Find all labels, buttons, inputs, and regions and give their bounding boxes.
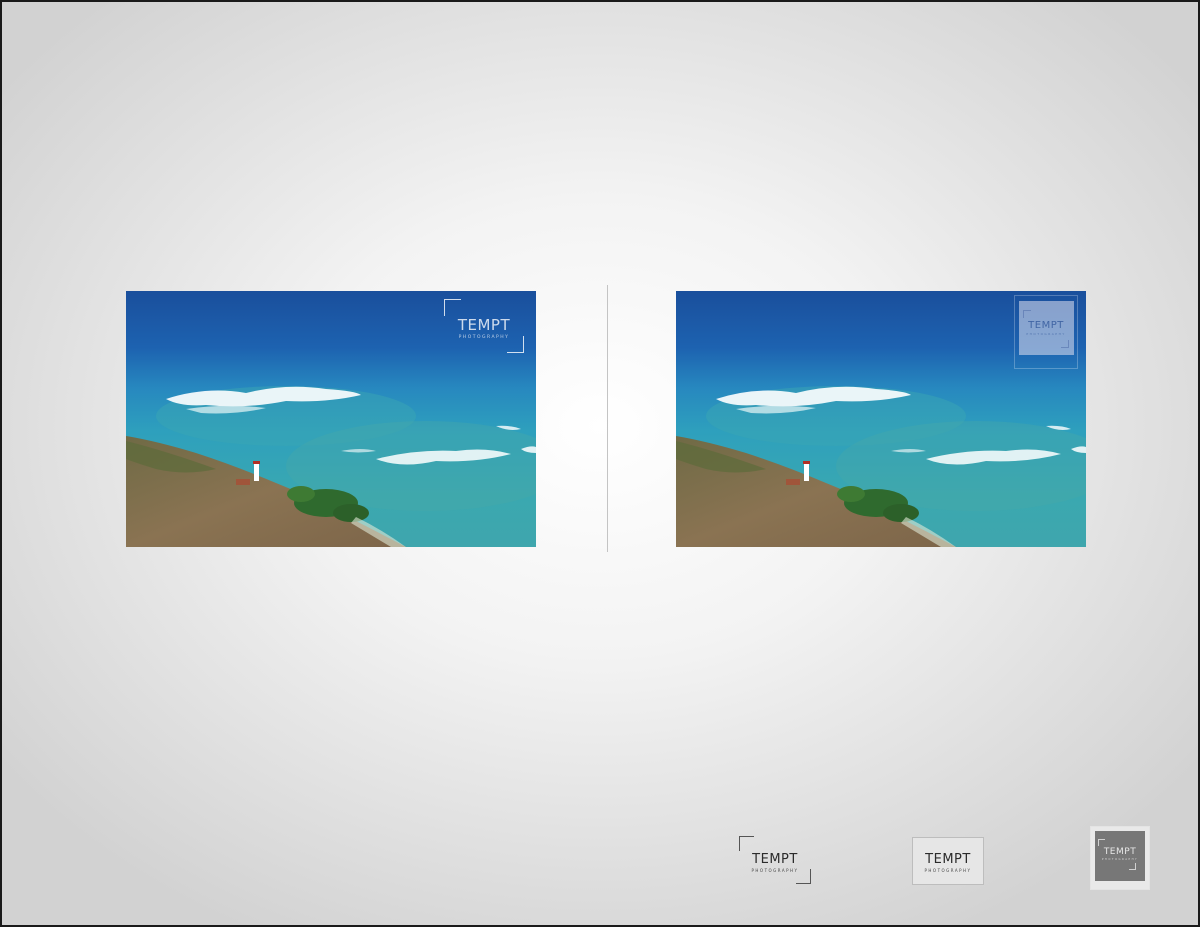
corner-bracket-icon xyxy=(444,299,461,316)
logo-title: TEMPT xyxy=(752,852,798,867)
logo-variant-dark: TEMPT PHOTOGRAPHY xyxy=(1090,826,1150,890)
watermark-left: TEMPT PHOTOGRAPHY xyxy=(444,299,524,353)
watermark-title: TEMPT xyxy=(457,316,511,334)
photo-left: TEMPT PHOTOGRAPHY xyxy=(126,291,536,547)
corner-bracket-icon xyxy=(1061,340,1069,348)
corner-bracket-icon xyxy=(739,836,754,851)
logo-variant-brackets: TEMPT PHOTOGRAPHY xyxy=(739,836,811,884)
logo-title: TEMPT xyxy=(925,852,971,867)
logo-subtitle: PHOTOGRAPHY xyxy=(1101,858,1139,861)
watermark-subtitle: PHOTOGRAPHY xyxy=(1026,332,1066,336)
watermark-right: TEMPT PHOTOGRAPHY xyxy=(1014,295,1078,369)
corner-bracket-icon xyxy=(1023,310,1031,318)
logo-title: TEMPT xyxy=(1103,847,1137,857)
corner-bracket-icon xyxy=(1129,863,1136,870)
logo-subtitle: PHOTOGRAPHY xyxy=(751,868,799,873)
logo-subtitle: PHOTOGRAPHY xyxy=(924,868,972,873)
watermark-subtitle: PHOTOGRAPHY xyxy=(458,335,510,340)
corner-bracket-icon xyxy=(1098,839,1105,846)
photo-right: TEMPT PHOTOGRAPHY xyxy=(676,291,1086,547)
vertical-divider xyxy=(607,285,608,552)
logo-variant-box: TEMPT PHOTOGRAPHY xyxy=(912,837,984,885)
watermark-title: TEMPT xyxy=(1028,320,1064,331)
